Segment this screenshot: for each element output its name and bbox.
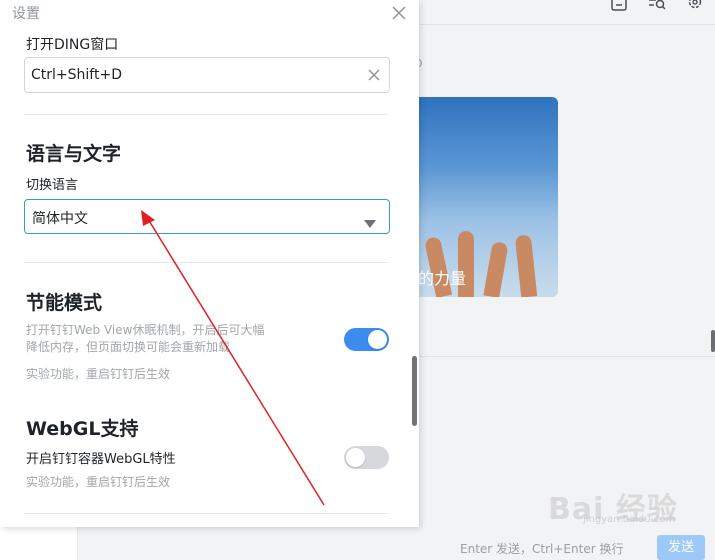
- webgl-label: 开启钉钉容器WebGL特性: [26, 452, 176, 467]
- article-card[interactable]: 的力量: [400, 97, 558, 297]
- language-section-title: 语言与文字: [26, 143, 122, 165]
- settings-panel: 设置 打开DING窗口 Ctrl+Shift+D 语言与文字 切换语言 简体中文…: [0, 0, 419, 527]
- clear-icon[interactable]: [367, 67, 381, 81]
- toggle-knob: [368, 330, 387, 349]
- section-divider: [24, 513, 388, 514]
- caret-down-icon: [364, 213, 376, 228]
- hotkey-value: Ctrl+Shift+D: [31, 67, 122, 83]
- close-icon[interactable]: [390, 4, 408, 22]
- hand-shape: [514, 234, 538, 297]
- settings-scrollbar[interactable]: [412, 356, 417, 426]
- webgl-toggle[interactable]: [344, 446, 389, 469]
- hand-shape: [483, 241, 509, 297]
- energy-description: 打开钉钉Web View休眠机制，开启后可大幅降低内存，但页面切换可能会重新加载: [26, 323, 265, 354]
- hotkey-label: 打开DING窗口: [26, 37, 119, 53]
- language-selected-value: 简体中文: [32, 211, 88, 227]
- language-select[interactable]: 简体中文: [24, 199, 390, 234]
- header-divider: [420, 24, 715, 25]
- energy-note: 实验功能，重启钉钉后生效: [26, 367, 171, 381]
- settings-gear-icon[interactable]: [686, 0, 704, 13]
- toggle-knob: [346, 448, 365, 467]
- webgl-note: 实验功能，重启钉钉后生效: [26, 475, 171, 489]
- energy-section-title: 节能模式: [26, 292, 103, 314]
- language-label: 切换语言: [26, 178, 79, 193]
- energy-mode-toggle[interactable]: [344, 328, 389, 351]
- compose-hint: Enter 发送，Ctrl+Enter 换行: [460, 542, 624, 556]
- minimize-icon[interactable]: [610, 0, 628, 13]
- section-divider: [24, 114, 388, 115]
- section-divider: [24, 262, 388, 263]
- send-button[interactable]: 发送: [657, 535, 705, 560]
- search-list-icon[interactable]: [648, 0, 666, 13]
- chat-scrollbar[interactable]: [711, 330, 715, 352]
- baidu-watermark-url: jingyan.baidu.com: [583, 514, 676, 525]
- card-caption: 的力量: [418, 269, 467, 288]
- hotkey-input[interactable]: Ctrl+Shift+D: [24, 57, 390, 93]
- content-divider: [420, 356, 715, 357]
- webgl-section-title: WebGL支持: [26, 418, 139, 440]
- settings-title: 设置: [12, 6, 40, 22]
